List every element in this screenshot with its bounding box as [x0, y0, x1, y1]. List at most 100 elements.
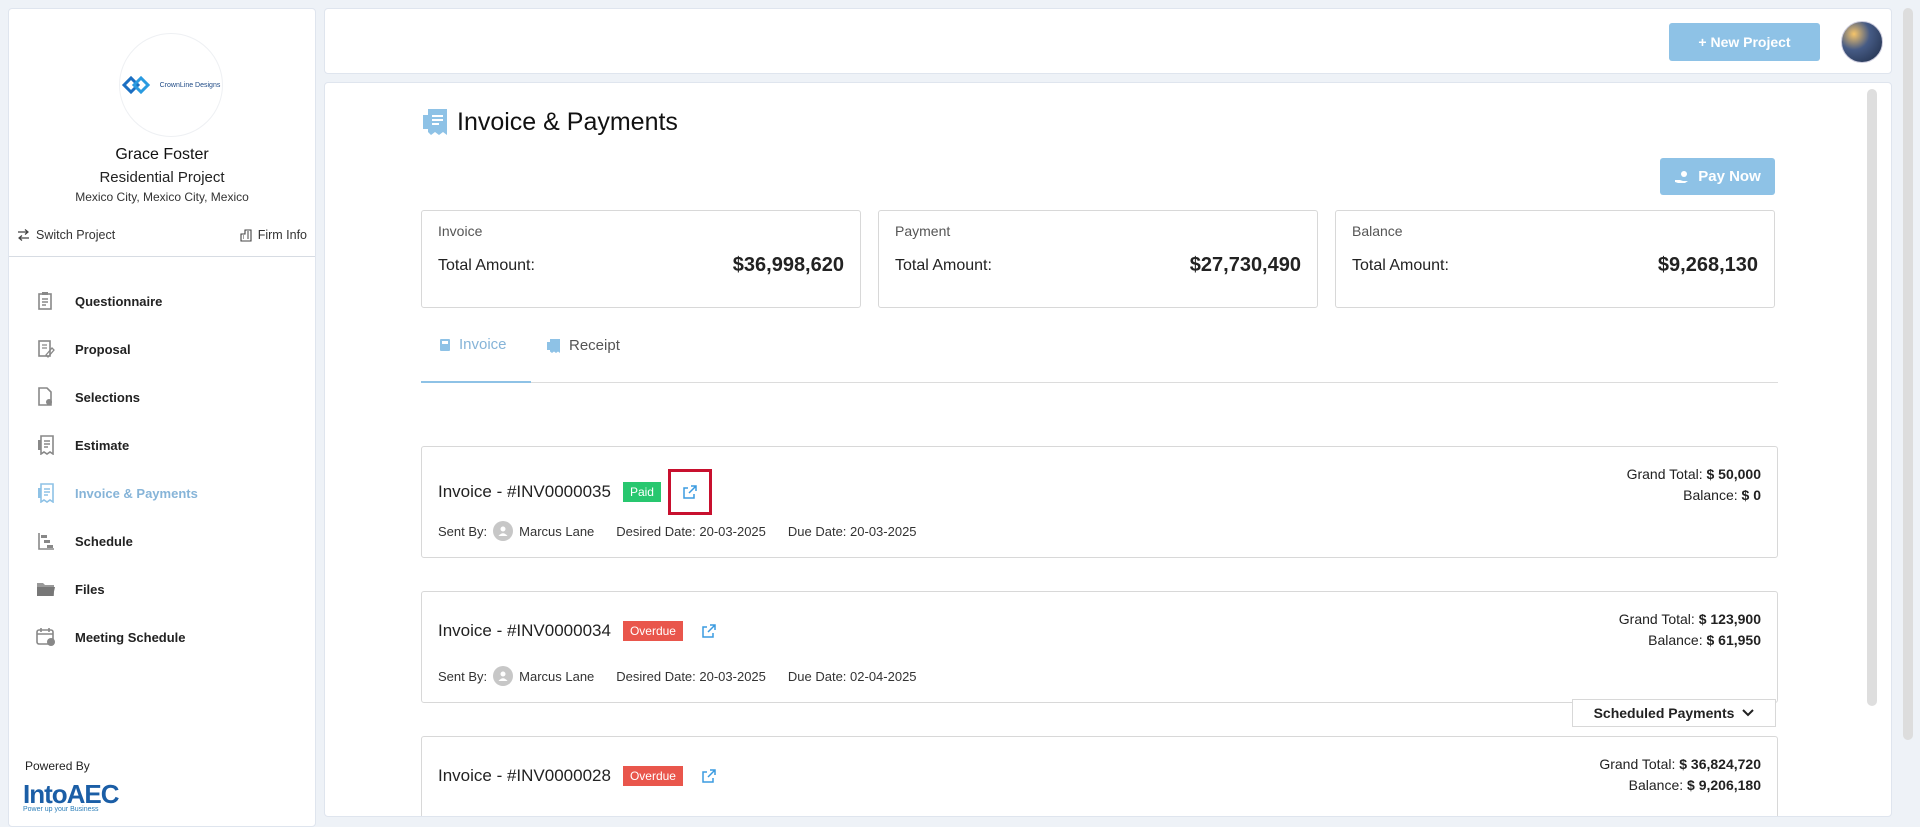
building-icon	[240, 228, 252, 242]
sidebar-item-meeting-schedule[interactable]: Meeting Schedule	[9, 613, 315, 661]
grand-total-label: Grand Total:	[1599, 756, 1676, 772]
receipt-icon	[547, 338, 560, 353]
sidebar-item-proposal[interactable]: Proposal	[9, 325, 315, 373]
logo-text: CrownLine Designs	[159, 81, 221, 89]
grand-total-value: $ 36,824,720	[1679, 756, 1761, 772]
page-header: Invoice & Payments	[421, 107, 678, 137]
scheduled-payments-toggle[interactable]: Scheduled Payments	[1572, 699, 1776, 727]
invoice-card[interactable]: Invoice - #INV0000028 Overdue Grand Tota…	[421, 736, 1778, 816]
grand-total-value: $ 123,900	[1698, 611, 1761, 627]
powered-by-label: Powered By	[25, 759, 90, 773]
clipboard-icon	[35, 290, 57, 312]
gantt-icon	[35, 530, 57, 552]
desired-date: Desired Date: 20-03-2025	[616, 523, 766, 539]
open-external-icon[interactable]	[667, 469, 712, 515]
pay-now-label: Pay Now	[1698, 168, 1761, 185]
sidebar: CrownLine Designs Grace Foster Residenti…	[8, 8, 316, 827]
invoice-card[interactable]: Invoice - #INV0000035 Paid Sent By: Marc…	[421, 446, 1778, 558]
sidebar-item-files[interactable]: Files	[9, 565, 315, 613]
sidebar-item-label: Files	[75, 581, 105, 597]
folder-icon	[35, 578, 57, 600]
summary-total-label: Total Amount:	[438, 257, 535, 274]
balance-label: Balance:	[1648, 632, 1703, 648]
chevron-down-icon	[1742, 709, 1755, 717]
balance-label: Balance:	[1628, 777, 1684, 793]
tab-receipt-label: Receipt	[569, 337, 620, 354]
sidebar-item-label: Selections	[75, 389, 141, 405]
sender-name: Marcus Lane	[519, 523, 595, 539]
switch-project-label: Switch Project	[36, 228, 116, 242]
project-type: Residential Project	[99, 169, 225, 186]
status-badge: Paid	[622, 482, 661, 502]
sidebar-item-label: Schedule	[75, 533, 133, 549]
summary-amount: $27,730,490	[1189, 254, 1301, 276]
tab-receipt[interactable]: Receipt	[547, 308, 620, 383]
user-avatar[interactable]	[1841, 21, 1883, 63]
grand-total-label: Grand Total:	[1618, 611, 1695, 627]
new-project-button[interactable]: + New Project	[1669, 23, 1820, 61]
summary-amount: $9,268,130	[1657, 254, 1758, 276]
receipt-icon	[35, 482, 57, 504]
status-badge: Overdue	[622, 766, 683, 786]
summary-total-label: Total Amount:	[895, 257, 992, 274]
summary-card-balance: Balance Total Amount: $9,268,130	[1335, 210, 1775, 308]
sidebar-item-estimate[interactable]: Estimate	[9, 421, 315, 469]
project-location: Mexico City, Mexico City, Mexico	[75, 190, 249, 204]
open-external-icon[interactable]	[695, 617, 723, 645]
sidebar-item-schedule[interactable]: Schedule	[9, 517, 315, 565]
switch-project-button[interactable]: Switch Project	[17, 226, 115, 244]
crownline-logo-icon	[121, 75, 150, 95]
summary-card-payment: Payment Total Amount: $27,730,490	[878, 210, 1318, 308]
grand-total-value: $ 50,000	[1706, 466, 1762, 482]
sidebar-item-invoice-payments[interactable]: Invoice & Payments	[9, 469, 315, 517]
grand-total-label: Grand Total:	[1626, 466, 1703, 482]
sidebar-item-selections[interactable]: Selections	[9, 373, 315, 421]
invoice-card[interactable]: Invoice - #INV0000034 Overdue Sent By: M…	[421, 591, 1778, 703]
document-gear-icon	[35, 386, 57, 408]
calculator-icon	[440, 338, 450, 351]
sent-by-label: Sent By:	[438, 523, 488, 539]
invoice-totals: Grand Total: $ 36,824,720 Balance: $ 9,2…	[1599, 754, 1761, 796]
status-badge: Overdue	[622, 621, 683, 641]
due-date: Due Date: 02-04-2025	[787, 668, 917, 684]
summary-card-label: Invoice	[438, 223, 483, 239]
balance-label: Balance:	[1683, 487, 1738, 503]
edit-document-icon	[35, 338, 57, 360]
top-bar: + New Project	[324, 8, 1892, 74]
tab-bar: Invoice Receipt	[421, 308, 1778, 383]
sidebar-divider	[9, 256, 315, 257]
invoice-title: Invoice - #INV0000028	[438, 766, 611, 785]
pay-now-button[interactable]: Pay Now	[1660, 158, 1775, 195]
sidebar-nav: Questionnaire Proposal Selections Estima…	[9, 277, 315, 661]
scheduled-payments-label: Scheduled Payments	[1593, 705, 1735, 721]
sidebar-item-label: Questionnaire	[75, 293, 163, 309]
main-scrollbar[interactable]	[1867, 89, 1877, 706]
receipt-icon	[35, 434, 57, 456]
invoice-totals: Grand Total: $ 50,000 Balance: $ 0	[1627, 464, 1761, 506]
main-panel: Invoice & Payments Pay Now Invoice Total…	[324, 82, 1892, 817]
firm-info-label: Firm Info	[257, 228, 307, 242]
summary-total-label: Total Amount:	[1352, 257, 1449, 274]
due-date: Due Date: 20-03-2025	[787, 523, 917, 539]
balance-value: $ 61,950	[1706, 632, 1762, 648]
client-name: Grace Foster	[115, 146, 209, 163]
page-scrollbar[interactable]	[1903, 8, 1913, 740]
sidebar-item-label: Meeting Schedule	[75, 629, 186, 645]
sender-name: Marcus Lane	[519, 668, 595, 684]
tab-invoice-label: Invoice	[459, 336, 507, 353]
page-title: Invoice & Payments	[457, 107, 678, 136]
balance-value: $ 0	[1741, 487, 1761, 503]
tab-invoice[interactable]: Invoice	[421, 308, 531, 383]
sidebar-item-questionnaire[interactable]: Questionnaire	[9, 277, 315, 325]
firm-info-button[interactable]: Firm Info	[240, 226, 307, 244]
sidebar-item-label: Estimate	[75, 437, 130, 453]
calendar-clock-icon	[35, 626, 57, 648]
invoice-totals: Grand Total: $ 123,900 Balance: $ 61,950	[1619, 609, 1761, 651]
sent-by-label: Sent By:	[438, 668, 488, 684]
summary-amount: $36,998,620	[732, 254, 844, 276]
firm-logo: CrownLine Designs	[119, 33, 223, 137]
open-external-icon[interactable]	[695, 762, 723, 790]
user-icon	[493, 521, 514, 541]
summary-card-label: Balance	[1352, 223, 1403, 239]
user-icon	[493, 666, 514, 686]
